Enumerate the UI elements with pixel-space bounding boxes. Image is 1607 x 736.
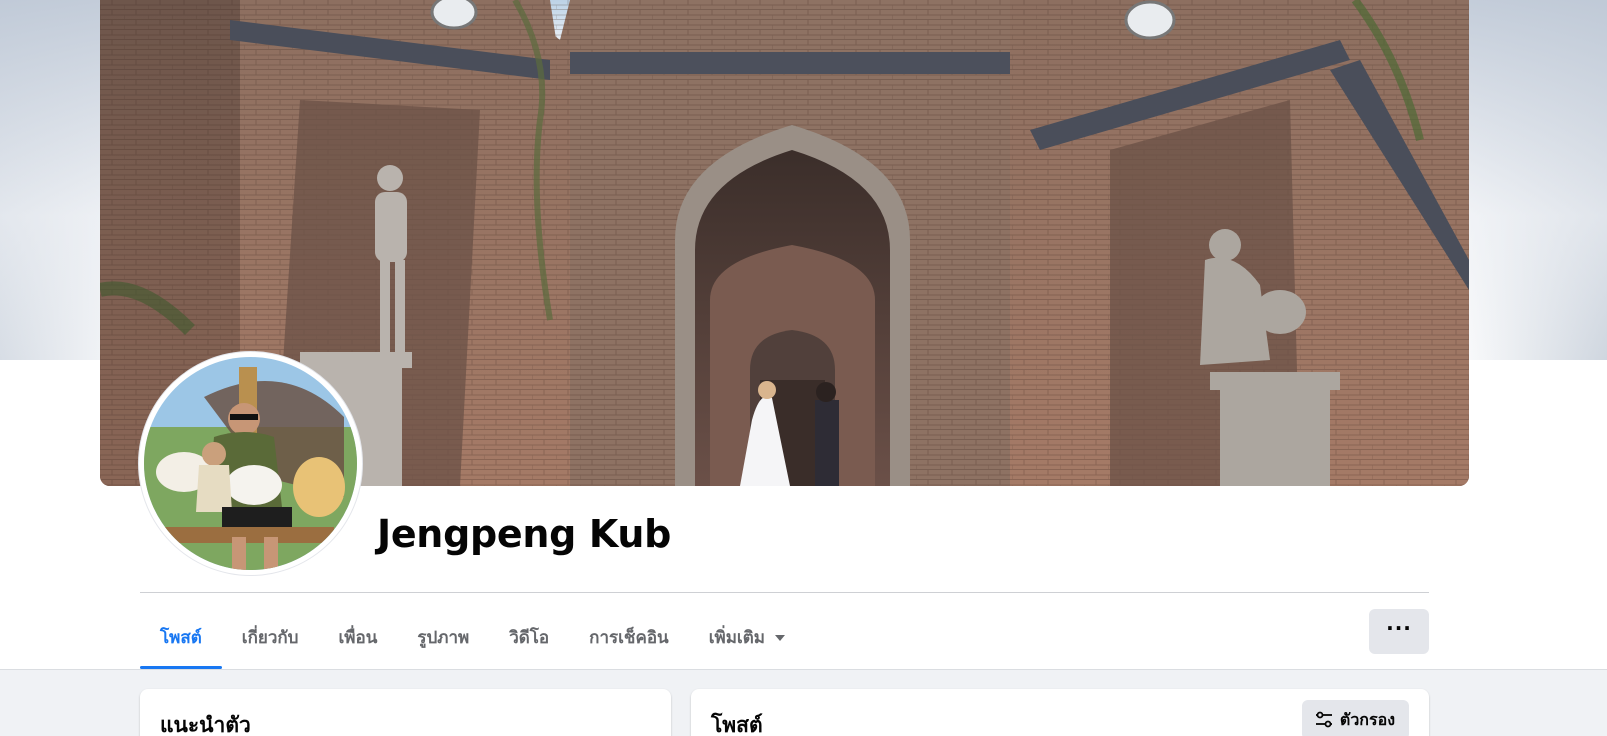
tab-photos-label: รูปภาพ xyxy=(417,628,470,648)
profile-avatar[interactable] xyxy=(139,352,362,575)
more-options-button[interactable]: ··· xyxy=(1369,609,1429,654)
intro-card: แนะนำตัว xyxy=(140,689,671,736)
tab-friends[interactable]: เพื่อน xyxy=(318,606,397,669)
tab-checkins[interactable]: การเช็คอิน xyxy=(569,606,689,669)
tab-posts-label: โพสต์ xyxy=(160,628,202,648)
profile-name: Jengpeng Kub xyxy=(377,512,672,556)
tab-more-label: เพิ่มเติม xyxy=(708,628,765,648)
avatar xyxy=(144,357,357,570)
profile-tabs: โพสต์ เกี่ยวกับ เพื่อน รูปภาพ วิดีโอ การ… xyxy=(140,606,805,669)
caret-down-icon xyxy=(774,634,785,641)
intro-card-title: แนะนำตัว xyxy=(160,713,251,736)
tab-more[interactable]: เพิ่มเติม xyxy=(689,606,805,669)
filter-button[interactable]: ตัวกรอง xyxy=(1301,700,1409,736)
filter-button-label: ตัวกรอง xyxy=(1339,709,1395,729)
tab-videos[interactable]: วิดีโอ xyxy=(489,606,569,669)
tab-checkins-label: การเช็คอิน xyxy=(589,628,669,648)
avatar-image xyxy=(144,357,357,570)
ellipsis-icon: ··· xyxy=(1386,615,1412,640)
tab-friends-label: เพื่อน xyxy=(338,628,378,648)
posts-card: โพสต์ ตัวกรอง xyxy=(691,689,1429,736)
profile-header-divider xyxy=(140,592,1429,593)
tab-photos[interactable]: รูปภาพ xyxy=(397,606,489,669)
tab-videos-label: วิดีโอ xyxy=(509,628,550,648)
posts-card-title: โพสต์ xyxy=(711,713,763,736)
tab-posts[interactable]: โพสต์ xyxy=(140,606,222,669)
tab-about[interactable]: เกี่ยวกับ xyxy=(222,606,319,669)
sliders-icon xyxy=(1315,711,1332,728)
tab-about-label: เกี่ยวกับ xyxy=(241,628,299,648)
